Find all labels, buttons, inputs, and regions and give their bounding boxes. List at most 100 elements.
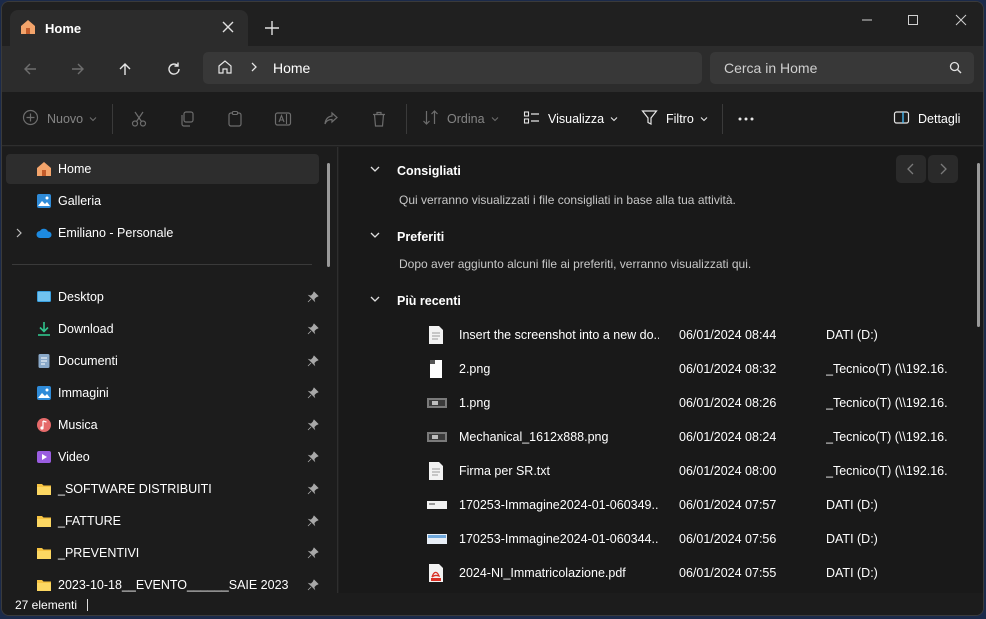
filter-button[interactable]: Filtro	[641, 107, 708, 131]
tab-home[interactable]: Home	[10, 10, 248, 46]
recent-file-row[interactable]: 2.png 06/01/2024 08:32 _Tecnico(T) (\\19…	[423, 352, 963, 386]
address-row: Home Cerca in Home	[2, 46, 983, 92]
chevron-down-icon[interactable]	[369, 229, 381, 244]
sort-label: Ordina	[447, 112, 485, 126]
sidebar-item-download[interactable]: Download	[6, 314, 319, 344]
pin-icon[interactable]	[307, 483, 319, 498]
view-list-icon	[523, 109, 540, 129]
close-window-button[interactable]	[938, 8, 983, 32]
txt-icon	[427, 461, 445, 481]
file-name: 2024-NI_Immatricolazione.pdf	[459, 566, 626, 580]
pdf-icon	[427, 563, 445, 583]
recent-file-row[interactable]: Mechanical_1612x888.png 06/01/2024 08:24…	[423, 420, 963, 454]
carousel-next-icon[interactable]	[928, 155, 958, 183]
recent-file-row[interactable]: 170253-Immagine2024-01-060349... 06/01/2…	[423, 488, 963, 522]
pin-icon[interactable]	[307, 451, 319, 466]
breadcrumb-home[interactable]: Home	[273, 60, 310, 76]
new-button[interactable]: Nuovo	[22, 107, 97, 131]
image-thumb-icon	[427, 495, 447, 515]
new-tab-icon[interactable]	[263, 19, 281, 37]
cut-icon[interactable]	[130, 107, 148, 131]
carousel-prev-icon[interactable]	[896, 155, 926, 183]
sidebar-item-preventivi[interactable]: _PREVENTIVI	[6, 538, 319, 568]
search-input[interactable]: Cerca in Home	[710, 52, 974, 84]
sidebar-item-onedrive[interactable]: Emiliano - Personale	[6, 218, 319, 248]
details-button[interactable]: Dettagli	[893, 107, 960, 131]
filter-label: Filtro	[666, 112, 694, 126]
sidebar-item-pictures[interactable]: Immagini	[6, 378, 319, 408]
chevron-right-icon[interactable]	[249, 61, 259, 75]
recent-file-row[interactable]: 170253-Immagine2024-01-060344... 06/01/2…	[423, 522, 963, 556]
recent-file-row[interactable]: Insert the screenshot into a new do... 0…	[423, 318, 963, 352]
back-arrow-icon[interactable]	[18, 57, 42, 81]
up-arrow-icon[interactable]	[113, 57, 137, 81]
close-tab-icon[interactable]	[220, 19, 236, 35]
pictures-icon	[36, 385, 52, 401]
cloud-icon	[36, 225, 52, 241]
pin-icon[interactable]	[307, 323, 319, 338]
chevron-down-icon[interactable]	[369, 293, 381, 308]
file-location: _Tecnico(T) (\\192.16...	[826, 362, 948, 376]
section-recent-header[interactable]: Più recenti	[369, 293, 461, 308]
pin-icon[interactable]	[307, 579, 319, 594]
sidebar-item-music[interactable]: Musica	[6, 410, 319, 440]
refresh-icon[interactable]	[162, 57, 186, 81]
chevron-right-icon[interactable]	[14, 227, 24, 241]
section-favorites-header[interactable]: Preferiti	[369, 229, 444, 244]
status-divider	[87, 599, 89, 611]
home-icon	[36, 161, 52, 177]
view-button[interactable]: Visualizza	[523, 107, 618, 131]
file-date: 06/01/2024 08:24	[679, 430, 777, 444]
sidebar-item-label: Home	[58, 162, 92, 176]
copy-icon[interactable]	[178, 107, 196, 131]
file-date: 06/01/2024 08:44	[679, 328, 777, 342]
toolbar-divider	[722, 104, 723, 134]
sidebar-item-home[interactable]: Home	[6, 154, 319, 184]
home-outline-icon[interactable]	[217, 59, 233, 78]
chevron-down-icon	[700, 112, 708, 126]
sidebar-item-fatture[interactable]: _FATTURE	[6, 506, 319, 536]
sidebar-item-video[interactable]: Video	[6, 442, 319, 472]
recent-file-row[interactable]: Firma per SR.txt 06/01/2024 08:00 _Tecni…	[423, 454, 963, 488]
content-scrollbar[interactable]	[977, 163, 980, 327]
recent-file-row[interactable]: 2024-NI_Immatricolazione.pdf 06/01/2024 …	[423, 556, 963, 590]
pin-icon[interactable]	[307, 515, 319, 530]
search-icon[interactable]	[949, 61, 962, 77]
pin-icon[interactable]	[307, 547, 319, 562]
file-date: 06/01/2024 07:57	[679, 498, 777, 512]
file-location: _Tecnico(T) (\\192.16...	[826, 464, 948, 478]
folder-icon	[36, 481, 52, 497]
address-bar[interactable]: Home	[203, 52, 702, 84]
download-icon	[36, 321, 52, 337]
sidebar-item-gallery[interactable]: Galleria	[6, 186, 319, 216]
file-date: 06/01/2024 08:26	[679, 396, 777, 410]
chevron-down-icon	[491, 112, 499, 126]
rename-icon[interactable]	[274, 107, 292, 131]
sidebar-item-label: Emiliano - Personale	[58, 226, 174, 240]
image-thumb-icon	[427, 393, 447, 413]
pin-icon[interactable]	[307, 419, 319, 434]
pin-icon[interactable]	[307, 291, 319, 306]
recent-file-row[interactable]: 1.png 06/01/2024 08:26 _Tecnico(T) (\\19…	[423, 386, 963, 420]
file-explorer-window: Home Home Cerca in Home Nuovo Ordina Vis…	[1, 1, 984, 616]
pin-icon[interactable]	[307, 387, 319, 402]
sidebar-item-software[interactable]: _SOFTWARE DISTRIBUITI	[6, 474, 319, 504]
pin-icon[interactable]	[307, 355, 319, 370]
file-name: Mechanical_1612x888.png	[459, 430, 609, 444]
sidebar-scrollbar[interactable]	[327, 163, 330, 267]
image-file-icon	[427, 359, 445, 379]
more-options-icon[interactable]	[737, 107, 755, 131]
sidebar-item-documents[interactable]: Documenti	[6, 346, 319, 376]
file-name: 170253-Immagine2024-01-060344...	[459, 532, 659, 546]
sidebar-item-desktop[interactable]: Desktop	[6, 282, 319, 312]
forward-arrow-icon[interactable]	[66, 57, 90, 81]
section-recommended-header[interactable]: Consigliati	[369, 163, 461, 178]
paste-icon[interactable]	[226, 107, 244, 131]
minimize-button[interactable]	[844, 8, 890, 32]
share-icon[interactable]	[322, 107, 340, 131]
chevron-down-icon[interactable]	[369, 163, 381, 178]
folder-icon	[36, 513, 52, 529]
maximize-button[interactable]	[890, 8, 936, 32]
sort-button[interactable]: Ordina	[422, 107, 499, 131]
delete-icon[interactable]	[370, 107, 388, 131]
